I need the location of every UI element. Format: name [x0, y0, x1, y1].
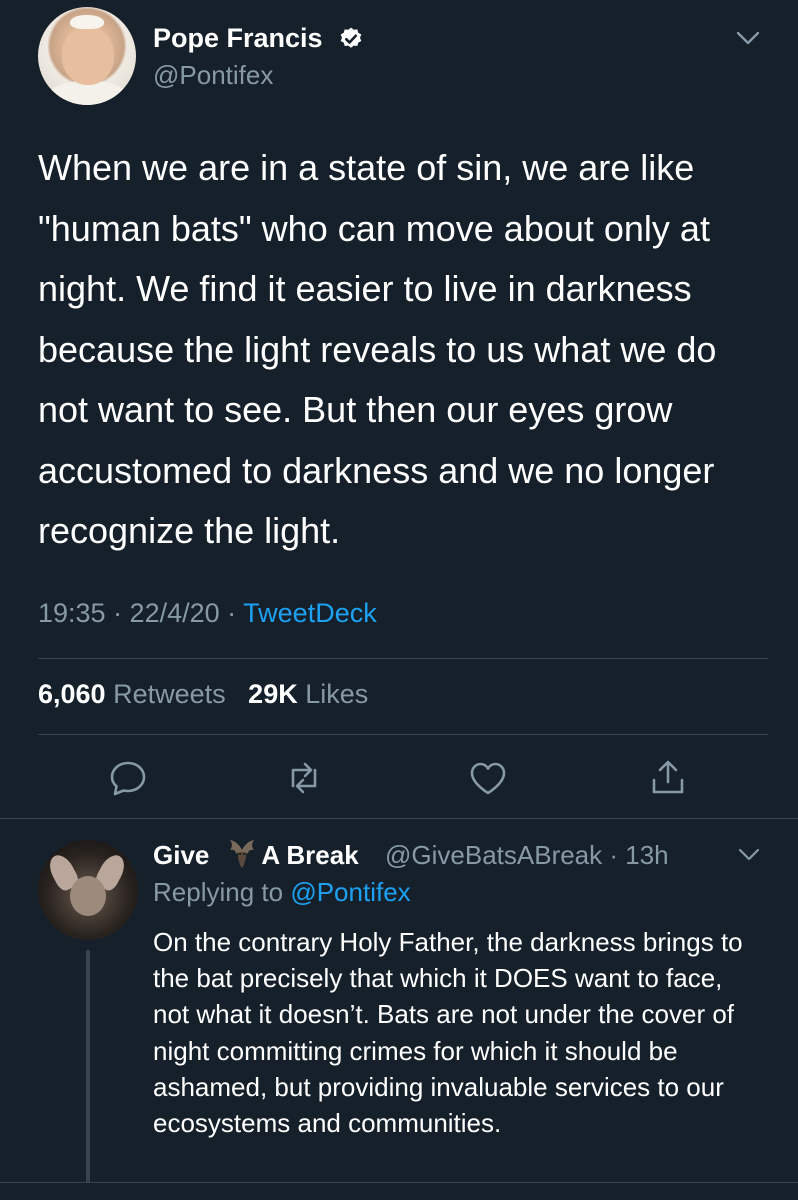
tweet-stats: 6,060 Retweets 29K Likes	[38, 679, 368, 710]
reply-text: On the contrary Holy Father, the darknes…	[153, 927, 743, 1139]
divider	[38, 658, 768, 659]
like-icon[interactable]	[466, 756, 510, 800]
replying-prefix: Replying to	[153, 877, 291, 907]
tweet-text: When we are in a state of sin, we are li…	[38, 147, 717, 551]
likes-count[interactable]: 29K	[248, 679, 298, 709]
author-handle[interactable]: @Pontifex	[153, 60, 273, 91]
verified-badge-icon	[340, 27, 362, 48]
reply-name-part2: A Break	[261, 840, 359, 870]
share-icon[interactable]	[646, 756, 690, 800]
retweets-label[interactable]: Retweets	[113, 679, 226, 709]
reply-avatar[interactable]	[38, 840, 138, 940]
tweet-timestamp: 19:35 · 22/4/20 ·	[38, 598, 244, 628]
retweets-count[interactable]: 6,060	[38, 679, 106, 709]
tweet-meta: 19:35 · 22/4/20 · TweetDeck	[38, 598, 377, 629]
chevron-down-icon[interactable]	[734, 28, 762, 48]
likes-label[interactable]: Likes	[305, 679, 368, 709]
tweet-source-link[interactable]: TweetDeck	[243, 598, 377, 628]
reply-name-part1: Give	[153, 840, 210, 870]
author-avatar[interactable]	[38, 7, 136, 105]
reply-handle-time[interactable]: @GiveBatsABreak · 13h	[385, 840, 669, 871]
divider	[38, 734, 768, 735]
replying-mention-link[interactable]: @Pontifex	[290, 877, 410, 907]
section-divider	[0, 818, 798, 819]
divider	[0, 1182, 798, 1183]
author-name[interactable]: Pope Francis	[153, 23, 323, 54]
thread-line	[86, 950, 90, 1182]
chevron-down-icon[interactable]	[736, 846, 762, 864]
retweet-icon[interactable]	[282, 756, 326, 800]
replying-to: Replying to @Pontifex	[153, 877, 411, 908]
reply-icon[interactable]	[106, 756, 150, 800]
bat-emoji-icon	[230, 840, 254, 868]
